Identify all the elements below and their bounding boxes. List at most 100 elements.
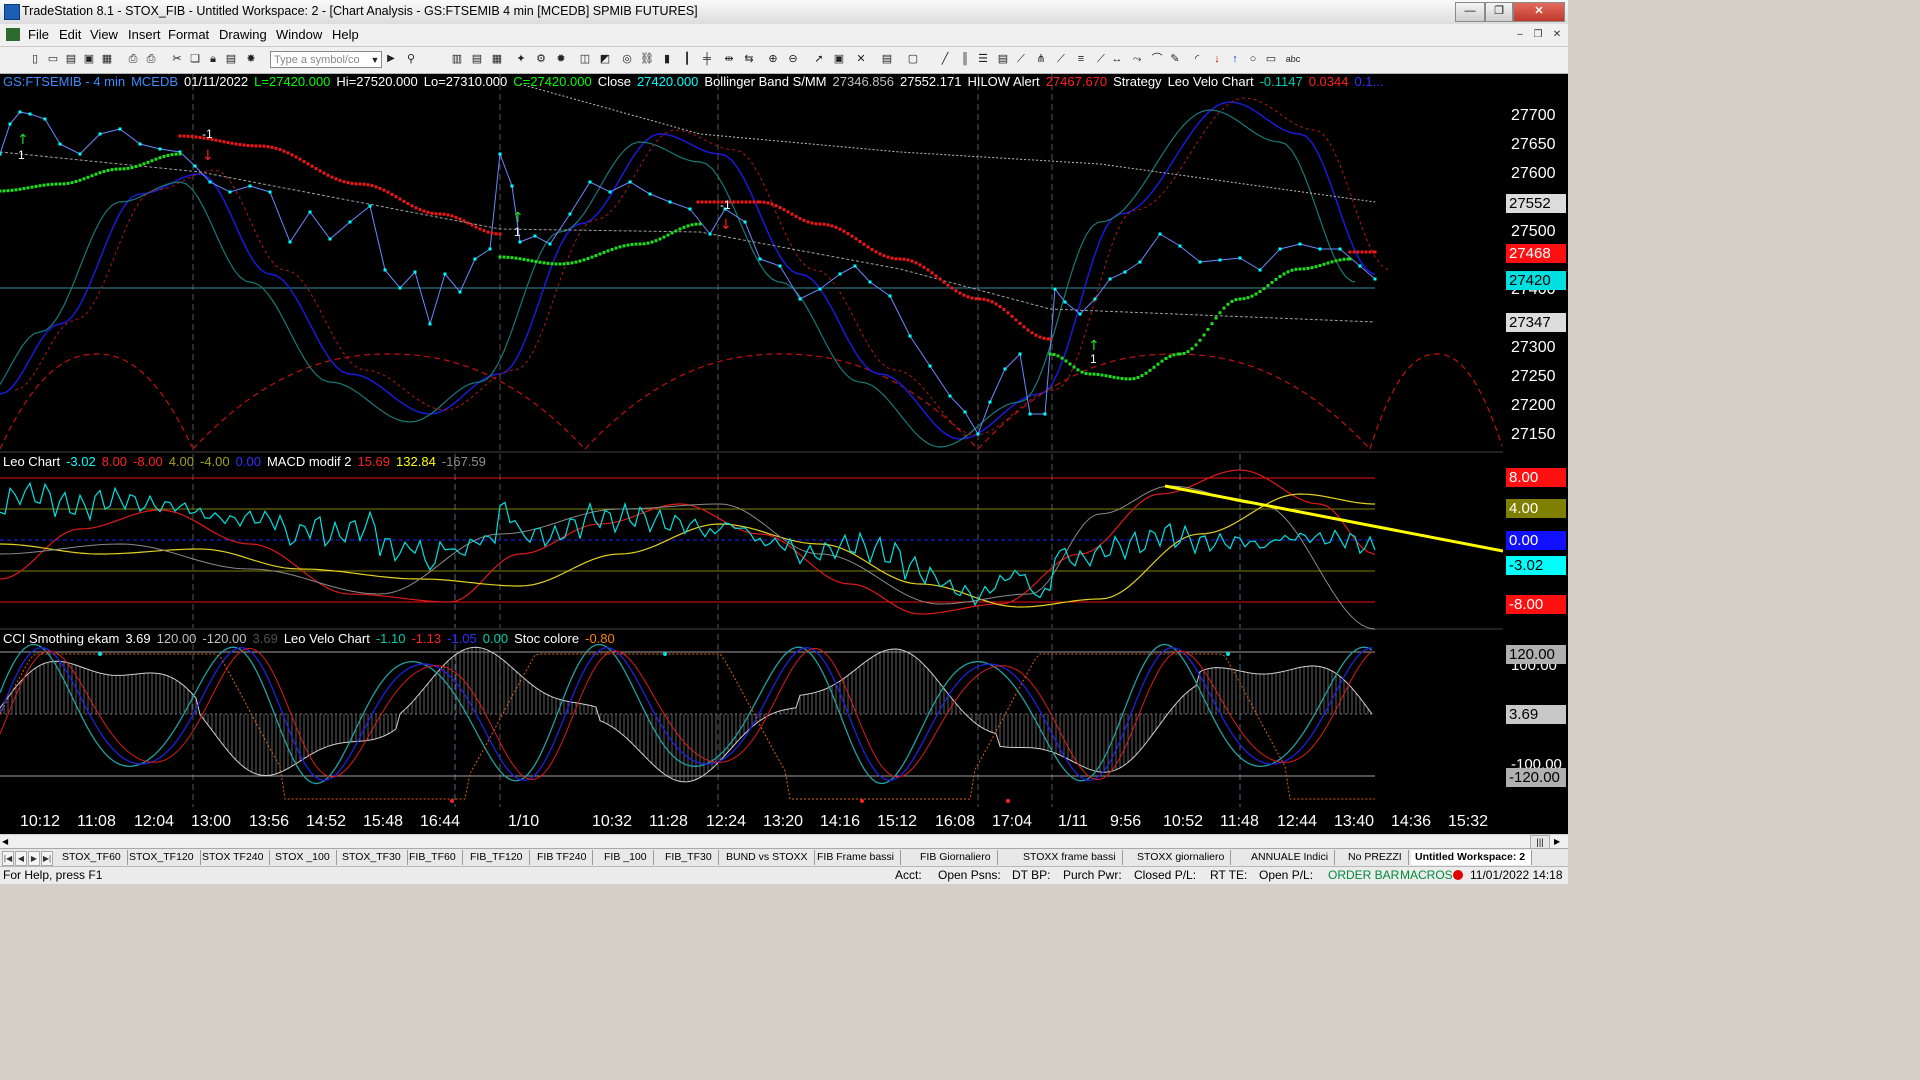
workspace-tab[interactable]: FIB_TF60 xyxy=(405,850,463,865)
save-workspace-icon[interactable]: ▦ xyxy=(100,52,114,66)
workspace-tab[interactable]: STOXX frame bassi xyxy=(1019,850,1123,865)
zoom-out-icon[interactable]: ⊖ xyxy=(786,52,800,66)
data-window-icon[interactable]: ▣ xyxy=(832,52,846,66)
ellipse-icon[interactable]: ○ xyxy=(1246,52,1260,66)
workspace-tab[interactable]: FIB _100 xyxy=(600,850,654,865)
hotlist-icon[interactable]: ⚙ xyxy=(534,52,548,66)
ohlc-icon[interactable]: ╪ xyxy=(700,52,714,66)
mdi-close-button[interactable]: ✕ xyxy=(1549,27,1565,42)
speed-lines-icon[interactable]: ⟋ xyxy=(1054,52,1068,66)
matrix-icon[interactable]: ▦ xyxy=(490,52,504,66)
paste-icon[interactable]: ▤ xyxy=(224,52,238,66)
news-icon[interactable]: ✹ xyxy=(554,52,568,66)
window-tile-icon[interactable]: ◫ xyxy=(578,52,592,66)
rectangle-icon[interactable]: ▭ xyxy=(1264,52,1278,66)
mdi-restore-button[interactable]: ❐ xyxy=(1530,27,1546,42)
cut-icon[interactable]: ✂ xyxy=(170,52,184,66)
network-icon[interactable]: ✸ xyxy=(244,52,258,66)
arrow-down-icon[interactable]: ↓ xyxy=(1210,52,1224,66)
scroll-thumb[interactable]: ||| xyxy=(1530,835,1550,849)
tab-last-icon[interactable]: ▶| xyxy=(41,851,53,866)
workspace-tab[interactable]: Untitled Workspace: 2 xyxy=(1411,850,1533,865)
tools-icon[interactable]: ✕ xyxy=(854,52,868,66)
chart-analysis-icon[interactable]: ▥ xyxy=(450,52,464,66)
menu-format[interactable]: Format xyxy=(168,27,209,42)
print-preview-icon[interactable]: ⎙ xyxy=(144,52,158,66)
compress-icon[interactable]: ⇆ xyxy=(742,52,756,66)
chart-document-icon[interactable] xyxy=(6,28,20,41)
workspace-tab[interactable]: STOX TF240 xyxy=(198,850,271,865)
fib-fan-icon[interactable]: ⟋ xyxy=(1094,52,1108,66)
workspace-tab[interactable]: FIB_TF120 xyxy=(466,850,530,865)
candlestick-icon[interactable]: ┃ xyxy=(680,52,694,66)
menu-file[interactable]: File xyxy=(28,27,49,42)
mdi-minimize-button[interactable]: ‒ xyxy=(1512,27,1528,42)
time-axis[interactable]: 10:12 11:08 12:04 13:00 13:56 14:52 15:48 16:44… xyxy=(0,807,1503,834)
workspace-tab[interactable]: STOX_TF120 xyxy=(125,850,201,865)
scanner-icon[interactable]: ✦ xyxy=(514,52,528,66)
eraser-icon[interactable]: ▢ xyxy=(906,52,920,66)
expand-icon[interactable]: ⇹ xyxy=(722,52,736,66)
menu-drawing[interactable]: Drawing xyxy=(219,27,267,42)
lock-icon[interactable]: 🔒︎ xyxy=(206,52,220,66)
tab-prev-icon[interactable]: ◀ xyxy=(15,851,27,866)
copy-icon[interactable]: ❏ xyxy=(188,52,202,66)
scroll-right-icon[interactable]: ▶ xyxy=(1554,836,1564,847)
horizontal-arrows-icon[interactable]: ↔ xyxy=(1110,52,1124,66)
workspace-tab[interactable]: STOX_TF30 xyxy=(338,850,408,865)
horizontal-scrollbar[interactable]: ◀ ||| ▶ xyxy=(0,834,1568,849)
chart-analysis-window[interactable]: ↑ 1 ↓ -1 ↑ 1 ↓ -1 ↑ 1 GS:FTSEMIB - 4 min MCEDB 01/1… xyxy=(0,74,1503,807)
open-workspace-icon[interactable]: ▤ xyxy=(64,52,78,66)
arrow-up-icon[interactable]: ↑ xyxy=(1228,52,1242,66)
arc-icon[interactable]: ◜ xyxy=(1190,52,1204,66)
workspace-tab[interactable]: FIB TF240 xyxy=(533,850,594,865)
menu-help[interactable]: Help xyxy=(332,27,359,42)
andrews-pitchfork-icon[interactable]: ⋔ xyxy=(1034,52,1048,66)
menu-edit[interactable]: Edit xyxy=(59,27,81,42)
restore-button[interactable]: ❐ xyxy=(1485,2,1513,22)
symbol-lookup-icon[interactable]: ⚲ xyxy=(404,52,418,66)
horizontal-line-icon[interactable]: ☰ xyxy=(976,52,990,66)
print-icon[interactable]: ⎙ xyxy=(126,52,140,66)
window-cascade-icon[interactable]: ◩ xyxy=(598,52,612,66)
workspace-tab[interactable]: No PREZZI xyxy=(1344,850,1409,865)
strategy-icon[interactable]: ⛓ xyxy=(640,52,654,66)
symbol-input[interactable]: Type a symbol/co xyxy=(270,51,382,68)
freehand-icon[interactable]: ✎ xyxy=(1168,52,1182,66)
tab-next-icon[interactable]: ▶ xyxy=(28,851,40,866)
workspace-tab[interactable]: FIB_TF30 xyxy=(661,850,719,865)
pointer-icon[interactable]: ➚ xyxy=(812,52,826,66)
go-arrow-icon[interactable]: ▶ xyxy=(384,52,398,66)
save-icon[interactable]: ▣ xyxy=(82,52,96,66)
workspace-tab[interactable]: STOX_TF60 xyxy=(58,850,128,865)
menu-insert[interactable]: Insert xyxy=(128,27,161,42)
workspace-tab[interactable]: FIB Frame bassi xyxy=(813,850,902,865)
zoom-in-icon[interactable]: ⊕ xyxy=(766,52,780,66)
trendline-icon[interactable]: ╱ xyxy=(938,52,952,66)
workspace-tab[interactable]: FIB Giornaliero xyxy=(916,850,998,865)
chart-canvas[interactable]: ↑1 ↓-1↑1 ↓-1↑1 xyxy=(0,74,1503,807)
menu-window[interactable]: Window xyxy=(276,27,322,42)
status-order-bar[interactable]: ORDER BAR xyxy=(1328,868,1399,882)
scroll-left-icon[interactable]: ◀ xyxy=(2,836,12,847)
minimize-button[interactable]: — xyxy=(1455,2,1485,22)
workspace-tab[interactable]: BUND vs STOXX xyxy=(722,850,815,865)
globe-icon[interactable]: ◎ xyxy=(620,52,634,66)
menu-view[interactable]: View xyxy=(90,27,118,42)
close-button[interactable]: ✕ xyxy=(1513,2,1565,22)
status-macros[interactable]: MACROS xyxy=(1400,868,1453,882)
workspace-tab[interactable]: ANNUALE Indici xyxy=(1247,850,1336,865)
bar-chart-icon[interactable]: ▮ xyxy=(660,52,674,66)
regression-icon[interactable]: ⟋ xyxy=(1014,52,1028,66)
open-icon[interactable]: ▭ xyxy=(46,52,60,66)
fib-retracement-icon[interactable]: ≡ xyxy=(1074,52,1088,66)
symbol-dropdown-chevron-down-icon[interactable]: ▼ xyxy=(368,53,382,67)
workspace-tab[interactable]: STOX _100 xyxy=(271,850,337,865)
format-icon[interactable]: ▤ xyxy=(880,52,894,66)
radar-screen-icon[interactable]: ▤ xyxy=(470,52,484,66)
workspace-tab[interactable]: STOXX giornaliero xyxy=(1133,850,1232,865)
price-scale[interactable]: 2770027650276002750027400273002725027200… xyxy=(1503,74,1568,834)
tab-first-icon[interactable]: |◀ xyxy=(2,851,14,866)
text-tool-icon[interactable]: abc xyxy=(1282,52,1304,66)
fib-extension-icon[interactable]: ⤳ xyxy=(1130,52,1144,66)
